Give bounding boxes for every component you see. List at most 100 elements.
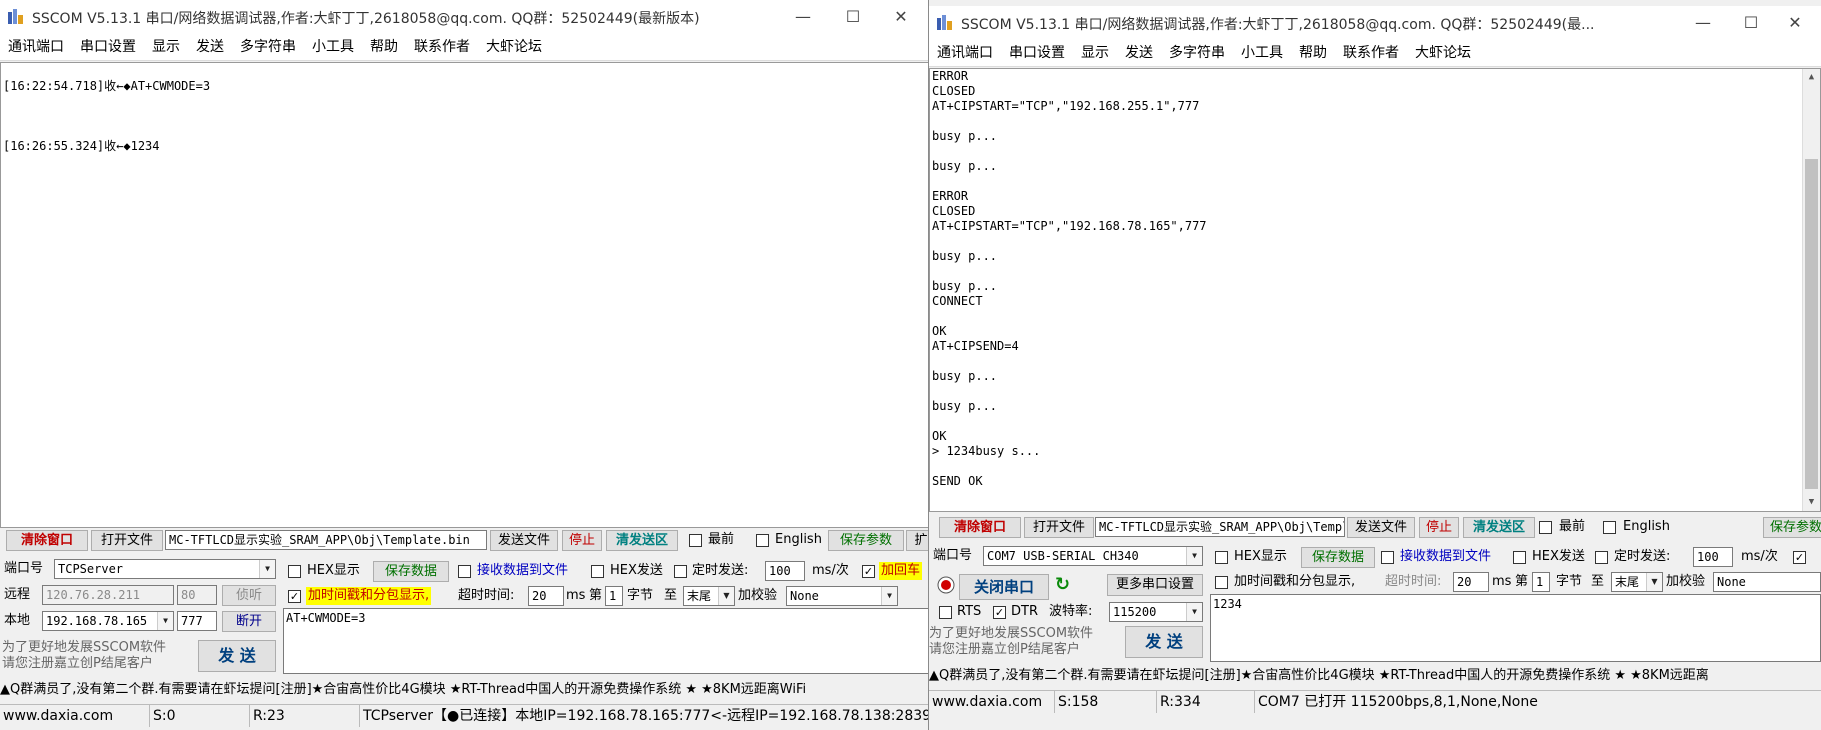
- clear-window-button[interactable]: 清除窗口: [939, 517, 1021, 538]
- minimize-icon[interactable]: —: [781, 4, 825, 30]
- maximize-icon[interactable]: ☐: [831, 4, 875, 30]
- timestamp-checkbox[interactable]: ✓: [288, 590, 301, 603]
- status-site-link[interactable]: www.daxia.com: [929, 691, 1055, 713]
- hex-show-checkbox[interactable]: [1215, 551, 1228, 564]
- add-cr-checkbox[interactable]: ✓: [862, 565, 875, 578]
- menu-serial-settings[interactable]: 串口设置: [72, 34, 144, 60]
- stop-button[interactable]: 停止: [562, 530, 602, 551]
- menu-contact[interactable]: 联系作者: [406, 34, 478, 60]
- tail-select[interactable]: 末尾 ▼: [1611, 572, 1663, 592]
- maximize-icon[interactable]: ☐: [1729, 10, 1773, 36]
- byte-index-field[interactable]: 1: [605, 586, 623, 606]
- local-port-field[interactable]: 777: [177, 611, 217, 631]
- port-select[interactable]: TCPServer ▼: [54, 559, 276, 579]
- remote-ip-field[interactable]: 120.76.28.211: [42, 585, 174, 605]
- scroll-down-icon[interactable]: ▼: [1803, 494, 1820, 511]
- port-select[interactable]: COM7 USB-SERIAL CH340 ▼: [983, 546, 1203, 566]
- add-cr-checkbox[interactable]: ✓: [1793, 551, 1806, 564]
- menu-forum[interactable]: 大虾论坛: [1407, 40, 1479, 66]
- menu-forum[interactable]: 大虾论坛: [478, 34, 550, 60]
- title-bar[interactable]: SSCOM V5.13.1 串口/网络数据调试器,作者:大虾丁丁,2618058…: [0, 0, 935, 34]
- timeout-field[interactable]: 20: [528, 586, 564, 606]
- local-ip-select[interactable]: 192.168.78.165 ▼: [42, 611, 174, 631]
- vertical-scrollbar[interactable]: ▲ ▼: [1802, 69, 1820, 511]
- close-icon[interactable]: ✕: [1773, 10, 1817, 36]
- timeout-field[interactable]: 20: [1453, 572, 1489, 592]
- checksum-select[interactable]: None: [1713, 572, 1821, 592]
- save-params-button[interactable]: 保存参数: [1763, 517, 1821, 538]
- send-file-button[interactable]: 发送文件: [490, 530, 558, 551]
- recv-to-file-label[interactable]: 接收数据到文件: [1400, 548, 1491, 566]
- file-path-field[interactable]: MC-TFTLCD显示实验_SRAM_APP\Obj\Template.bin: [165, 530, 487, 550]
- close-port-button[interactable]: 关闭串口: [959, 574, 1049, 600]
- menu-help[interactable]: 帮助: [1291, 40, 1335, 66]
- remote-port-field[interactable]: 80: [177, 585, 217, 605]
- menu-tools[interactable]: 小工具: [1233, 40, 1291, 66]
- recv-to-file-checkbox[interactable]: [458, 565, 471, 578]
- clear-window-button[interactable]: 清除窗口: [6, 530, 88, 551]
- hex-send-checkbox[interactable]: [1513, 551, 1526, 564]
- recv-to-file-label[interactable]: 接收数据到文件: [477, 562, 568, 580]
- promo-text[interactable]: 为了更好地发展SSCOM软件 请您注册嘉立创P结尾客户: [2, 640, 166, 672]
- save-data-button[interactable]: 保存数据: [373, 561, 449, 582]
- recv-to-file-checkbox[interactable]: [1381, 551, 1394, 564]
- send-button[interactable]: 发 送: [1125, 626, 1203, 658]
- more-serial-settings-button[interactable]: 更多串口设置: [1107, 574, 1203, 596]
- menu-multi-string[interactable]: 多字符串: [1161, 40, 1233, 66]
- baud-select[interactable]: 115200 ▼: [1109, 602, 1203, 622]
- title-bar[interactable]: SSCOM V5.13.1 串口/网络数据调试器,作者:大虾丁丁,2618058…: [929, 6, 1821, 40]
- clear-send-area-button[interactable]: 清发送区: [606, 530, 678, 551]
- scrollbar-thumb[interactable]: [1805, 159, 1818, 489]
- menu-send[interactable]: 发送: [1117, 40, 1161, 66]
- menu-tools[interactable]: 小工具: [304, 34, 362, 60]
- menu-comm-port[interactable]: 通讯端口: [929, 40, 1001, 66]
- send-button[interactable]: 发 送: [198, 640, 276, 672]
- hex-send-checkbox[interactable]: [591, 565, 604, 578]
- stop-button[interactable]: 停止: [1419, 517, 1459, 538]
- timed-send-checkbox[interactable]: [674, 565, 687, 578]
- menu-multi-string[interactable]: 多字符串: [232, 34, 304, 60]
- top-checkbox[interactable]: [689, 534, 702, 547]
- open-file-button[interactable]: 打开文件: [91, 530, 163, 551]
- listen-button[interactable]: 侦听: [222, 585, 276, 606]
- close-icon[interactable]: ✕: [879, 4, 923, 30]
- send-text-area[interactable]: AT+CWMODE=3: [283, 608, 935, 674]
- tail-select[interactable]: 末尾 ▼: [683, 586, 735, 606]
- save-data-button[interactable]: 保存数据: [1301, 547, 1375, 568]
- save-params-button[interactable]: 保存参数: [828, 530, 904, 551]
- open-file-button[interactable]: 打开文件: [1024, 517, 1094, 538]
- status-site-link[interactable]: www.daxia.com: [0, 705, 150, 727]
- receive-area[interactable]: ERROR CLOSED AT+CIPSTART="TCP","192.168.…: [929, 68, 1821, 512]
- timed-interval-field[interactable]: 100: [765, 561, 805, 581]
- timed-interval-field[interactable]: 100: [1693, 547, 1733, 567]
- byte-index-field[interactable]: 1: [1532, 572, 1550, 592]
- minimize-icon[interactable]: —: [1681, 10, 1725, 36]
- dtr-checkbox[interactable]: ✓: [993, 606, 1006, 619]
- english-checkbox[interactable]: [756, 534, 769, 547]
- ad-ticker[interactable]: ▲Q群满员了,没有第二个群.有需要请在虾坛提问[注册]★合宙高性价比4G模块 ★…: [929, 666, 1821, 686]
- timestamp-checkbox[interactable]: [1215, 576, 1228, 589]
- menu-send[interactable]: 发送: [188, 34, 232, 60]
- menu-help[interactable]: 帮助: [362, 34, 406, 60]
- scroll-up-icon[interactable]: ▲: [1803, 69, 1820, 86]
- clear-send-area-button[interactable]: 清发送区: [1463, 517, 1535, 538]
- hex-show-checkbox[interactable]: [288, 565, 301, 578]
- send-file-button[interactable]: 发送文件: [1347, 517, 1415, 538]
- ad-ticker[interactable]: ▲Q群满员了,没有第二个群.有需要请在虾坛提问[注册]★合宙高性价比4G模块 ★…: [0, 680, 935, 700]
- menu-display[interactable]: 显示: [1073, 40, 1117, 66]
- menu-contact[interactable]: 联系作者: [1335, 40, 1407, 66]
- menu-serial-settings[interactable]: 串口设置: [1001, 40, 1073, 66]
- send-text-area[interactable]: 1234: [1210, 594, 1821, 662]
- english-checkbox[interactable]: [1603, 521, 1616, 534]
- menu-display[interactable]: 显示: [144, 34, 188, 60]
- menu-comm-port[interactable]: 通讯端口: [0, 34, 72, 60]
- refresh-icon[interactable]: ↻: [1055, 574, 1070, 595]
- checksum-select[interactable]: None ▼: [786, 586, 898, 606]
- timed-send-checkbox[interactable]: [1595, 551, 1608, 564]
- rts-checkbox[interactable]: [939, 606, 952, 619]
- file-path-field[interactable]: MC-TFTLCD显示实验_SRAM_APP\Obj\Template.bin: [1095, 517, 1345, 537]
- top-checkbox[interactable]: [1539, 521, 1552, 534]
- promo-text[interactable]: 为了更好地发展SSCOM软件 请您注册嘉立创P结尾客户: [929, 626, 1093, 658]
- receive-area[interactable]: [16:22:54.718]收←◆AT+CWMODE=3 [16:26:55.3…: [0, 62, 935, 528]
- disconnect-button[interactable]: 断开: [222, 611, 276, 632]
